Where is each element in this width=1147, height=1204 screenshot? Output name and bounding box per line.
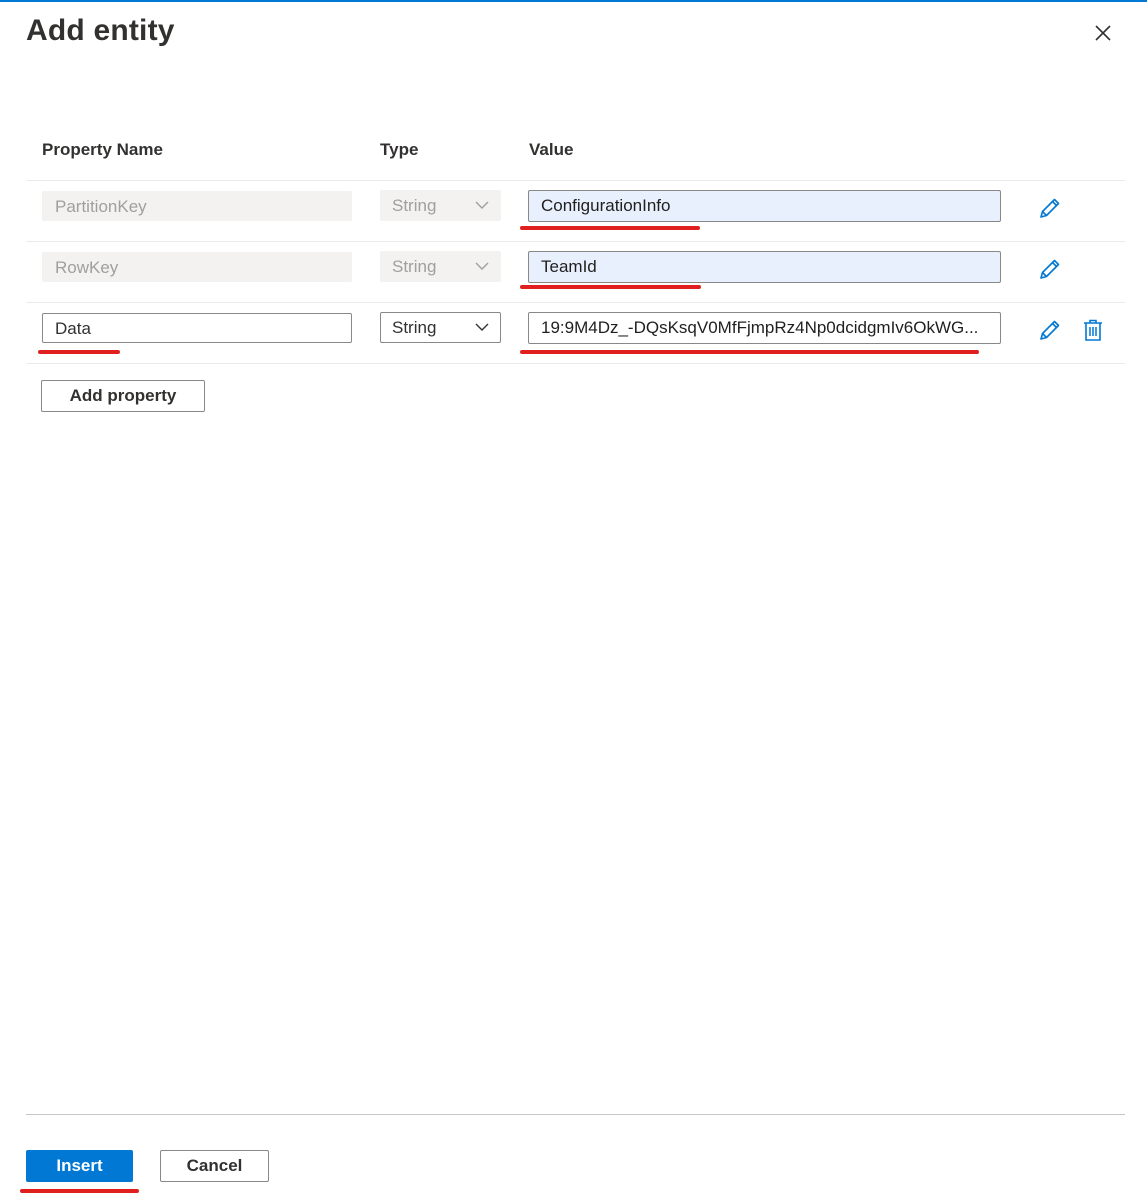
highlight-underline bbox=[520, 285, 701, 289]
type-dropdown: String bbox=[380, 251, 501, 282]
add-entity-panel: Add entity Property Name Type Value Part… bbox=[0, 0, 1147, 1204]
edit-value-button[interactable] bbox=[1037, 317, 1063, 343]
chevron-down-icon bbox=[475, 323, 489, 331]
close-button[interactable] bbox=[1088, 18, 1118, 48]
column-header-property-name: Property Name bbox=[42, 140, 163, 159]
cancel-button[interactable]: Cancel bbox=[160, 1150, 269, 1182]
delete-property-button[interactable] bbox=[1080, 317, 1106, 343]
add-property-button[interactable]: Add property bbox=[41, 380, 205, 412]
pencil-icon bbox=[1040, 198, 1060, 218]
pencil-icon bbox=[1040, 320, 1060, 340]
highlight-underline bbox=[520, 350, 979, 354]
column-header-type: Type bbox=[380, 140, 419, 159]
highlight-underline bbox=[20, 1189, 139, 1193]
chevron-down-icon bbox=[475, 262, 489, 270]
pencil-icon bbox=[1040, 259, 1060, 279]
property-name-field[interactable]: Data bbox=[42, 313, 352, 343]
highlight-underline bbox=[38, 350, 120, 354]
row-divider bbox=[26, 363, 1125, 364]
table-row-rowkey: RowKey String TeamId bbox=[0, 242, 1147, 302]
type-dropdown[interactable]: String bbox=[380, 312, 501, 343]
type-dropdown-value: String bbox=[392, 318, 437, 337]
table-row-partitionkey: PartitionKey String ConfigurationInfo bbox=[0, 181, 1147, 241]
table-row-data: Data String 19:9M4Dz_-DQsKsqV0MfFjmpRz4N… bbox=[0, 303, 1147, 363]
table-header: Property Name Type Value bbox=[0, 140, 1147, 164]
edit-value-button[interactable] bbox=[1037, 195, 1063, 221]
column-header-value: Value bbox=[529, 140, 574, 159]
close-icon bbox=[1095, 25, 1111, 41]
property-name-field: RowKey bbox=[42, 252, 352, 282]
chevron-down-icon bbox=[475, 201, 489, 209]
insert-button[interactable]: Insert bbox=[26, 1150, 133, 1182]
trash-icon bbox=[1084, 319, 1102, 341]
type-dropdown-value: String bbox=[392, 257, 437, 276]
value-field[interactable]: ConfigurationInfo bbox=[528, 190, 1001, 222]
edit-value-button[interactable] bbox=[1037, 256, 1063, 282]
value-field[interactable]: 19:9M4Dz_-DQsKsqV0MfFjmpRz4Np0dcidgmIv6O… bbox=[528, 312, 1001, 344]
panel-title: Add entity bbox=[26, 14, 175, 47]
top-accent-bar bbox=[0, 0, 1147, 2]
value-field[interactable]: TeamId bbox=[528, 251, 1001, 283]
highlight-underline bbox=[520, 226, 700, 230]
type-dropdown-value: String bbox=[392, 196, 437, 215]
footer-divider bbox=[26, 1114, 1125, 1115]
type-dropdown: String bbox=[380, 190, 501, 221]
property-name-field: PartitionKey bbox=[42, 191, 352, 221]
